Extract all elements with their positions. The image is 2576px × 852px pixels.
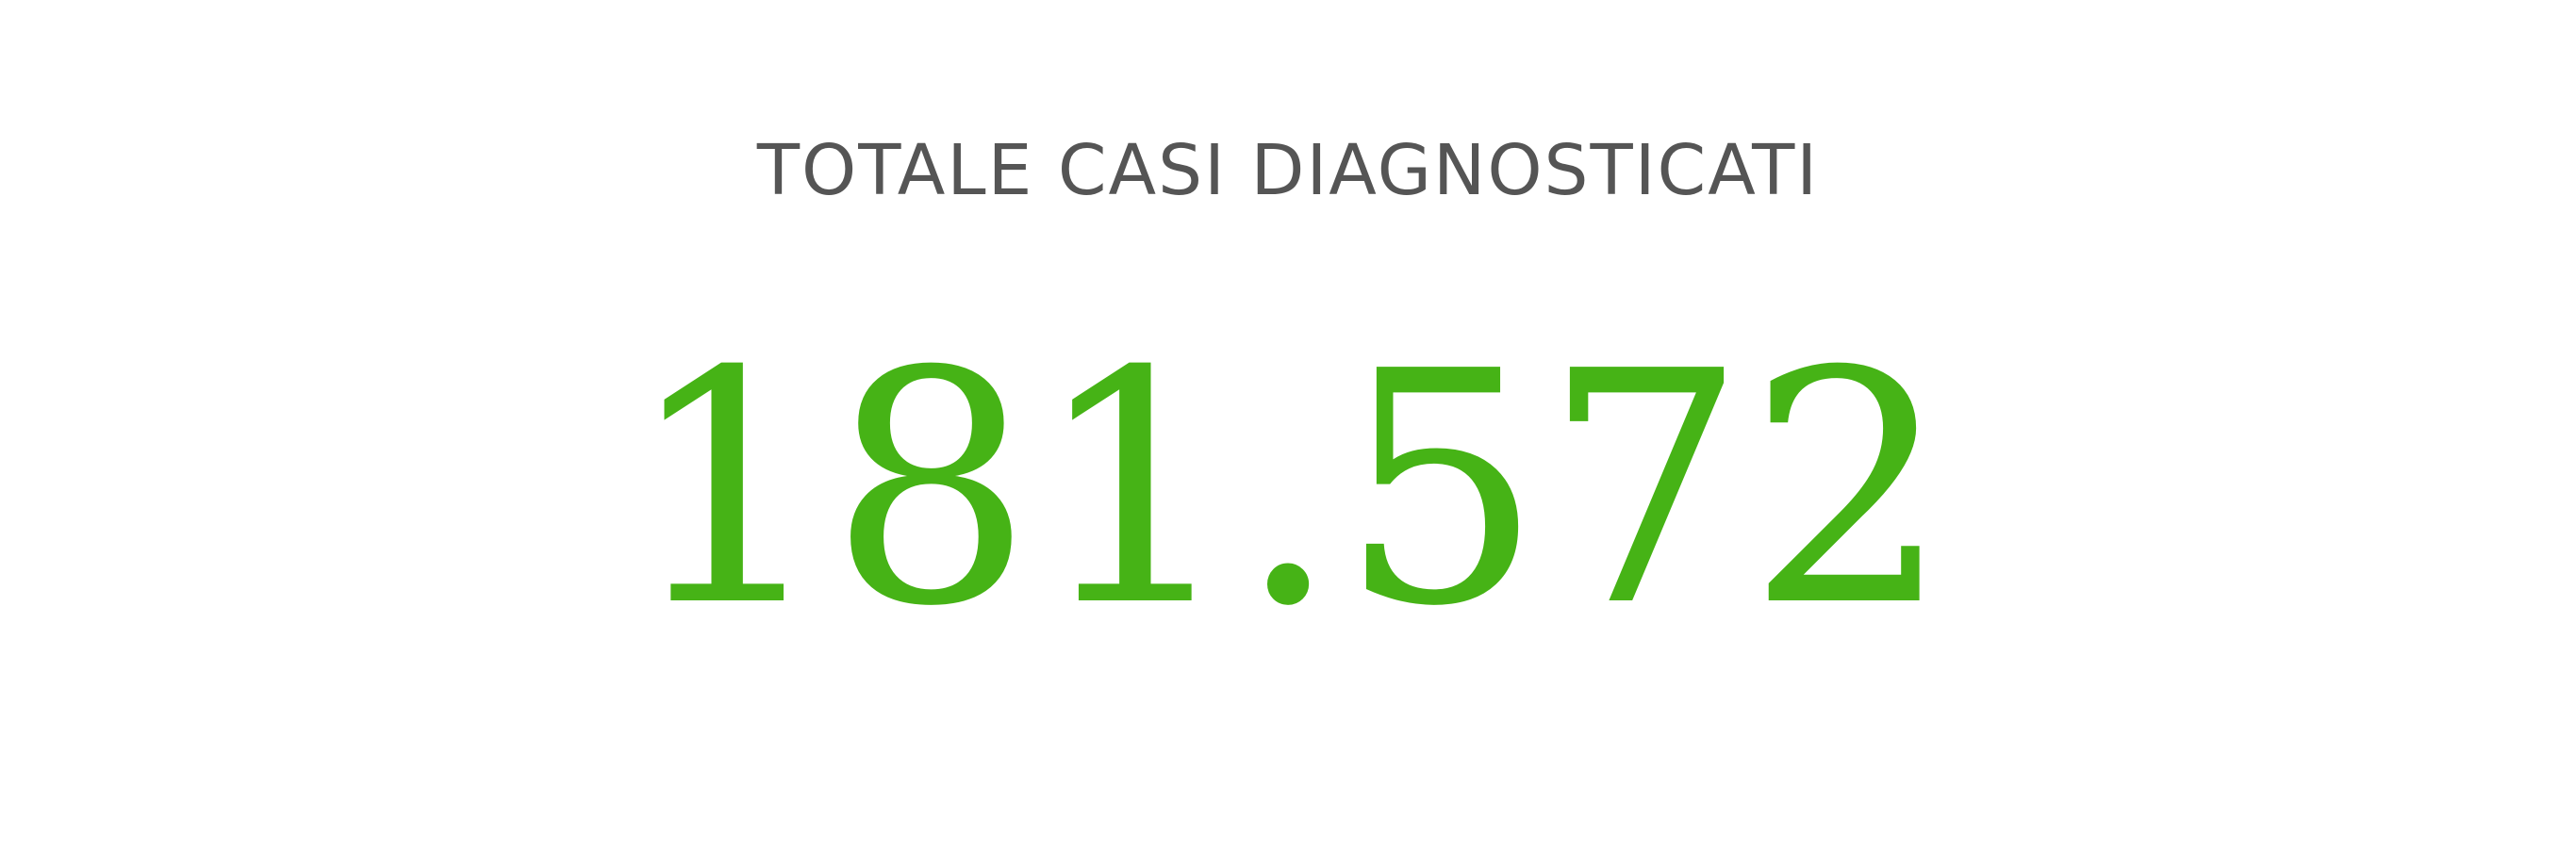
kpi-title: TOTALE CASI DIAGNOSTICATI: [756, 130, 1820, 211]
kpi-value: 181.572: [625, 303, 1951, 677]
kpi-card: TOTALE CASI DIAGNOSTICATI 181.572: [0, 0, 2576, 852]
